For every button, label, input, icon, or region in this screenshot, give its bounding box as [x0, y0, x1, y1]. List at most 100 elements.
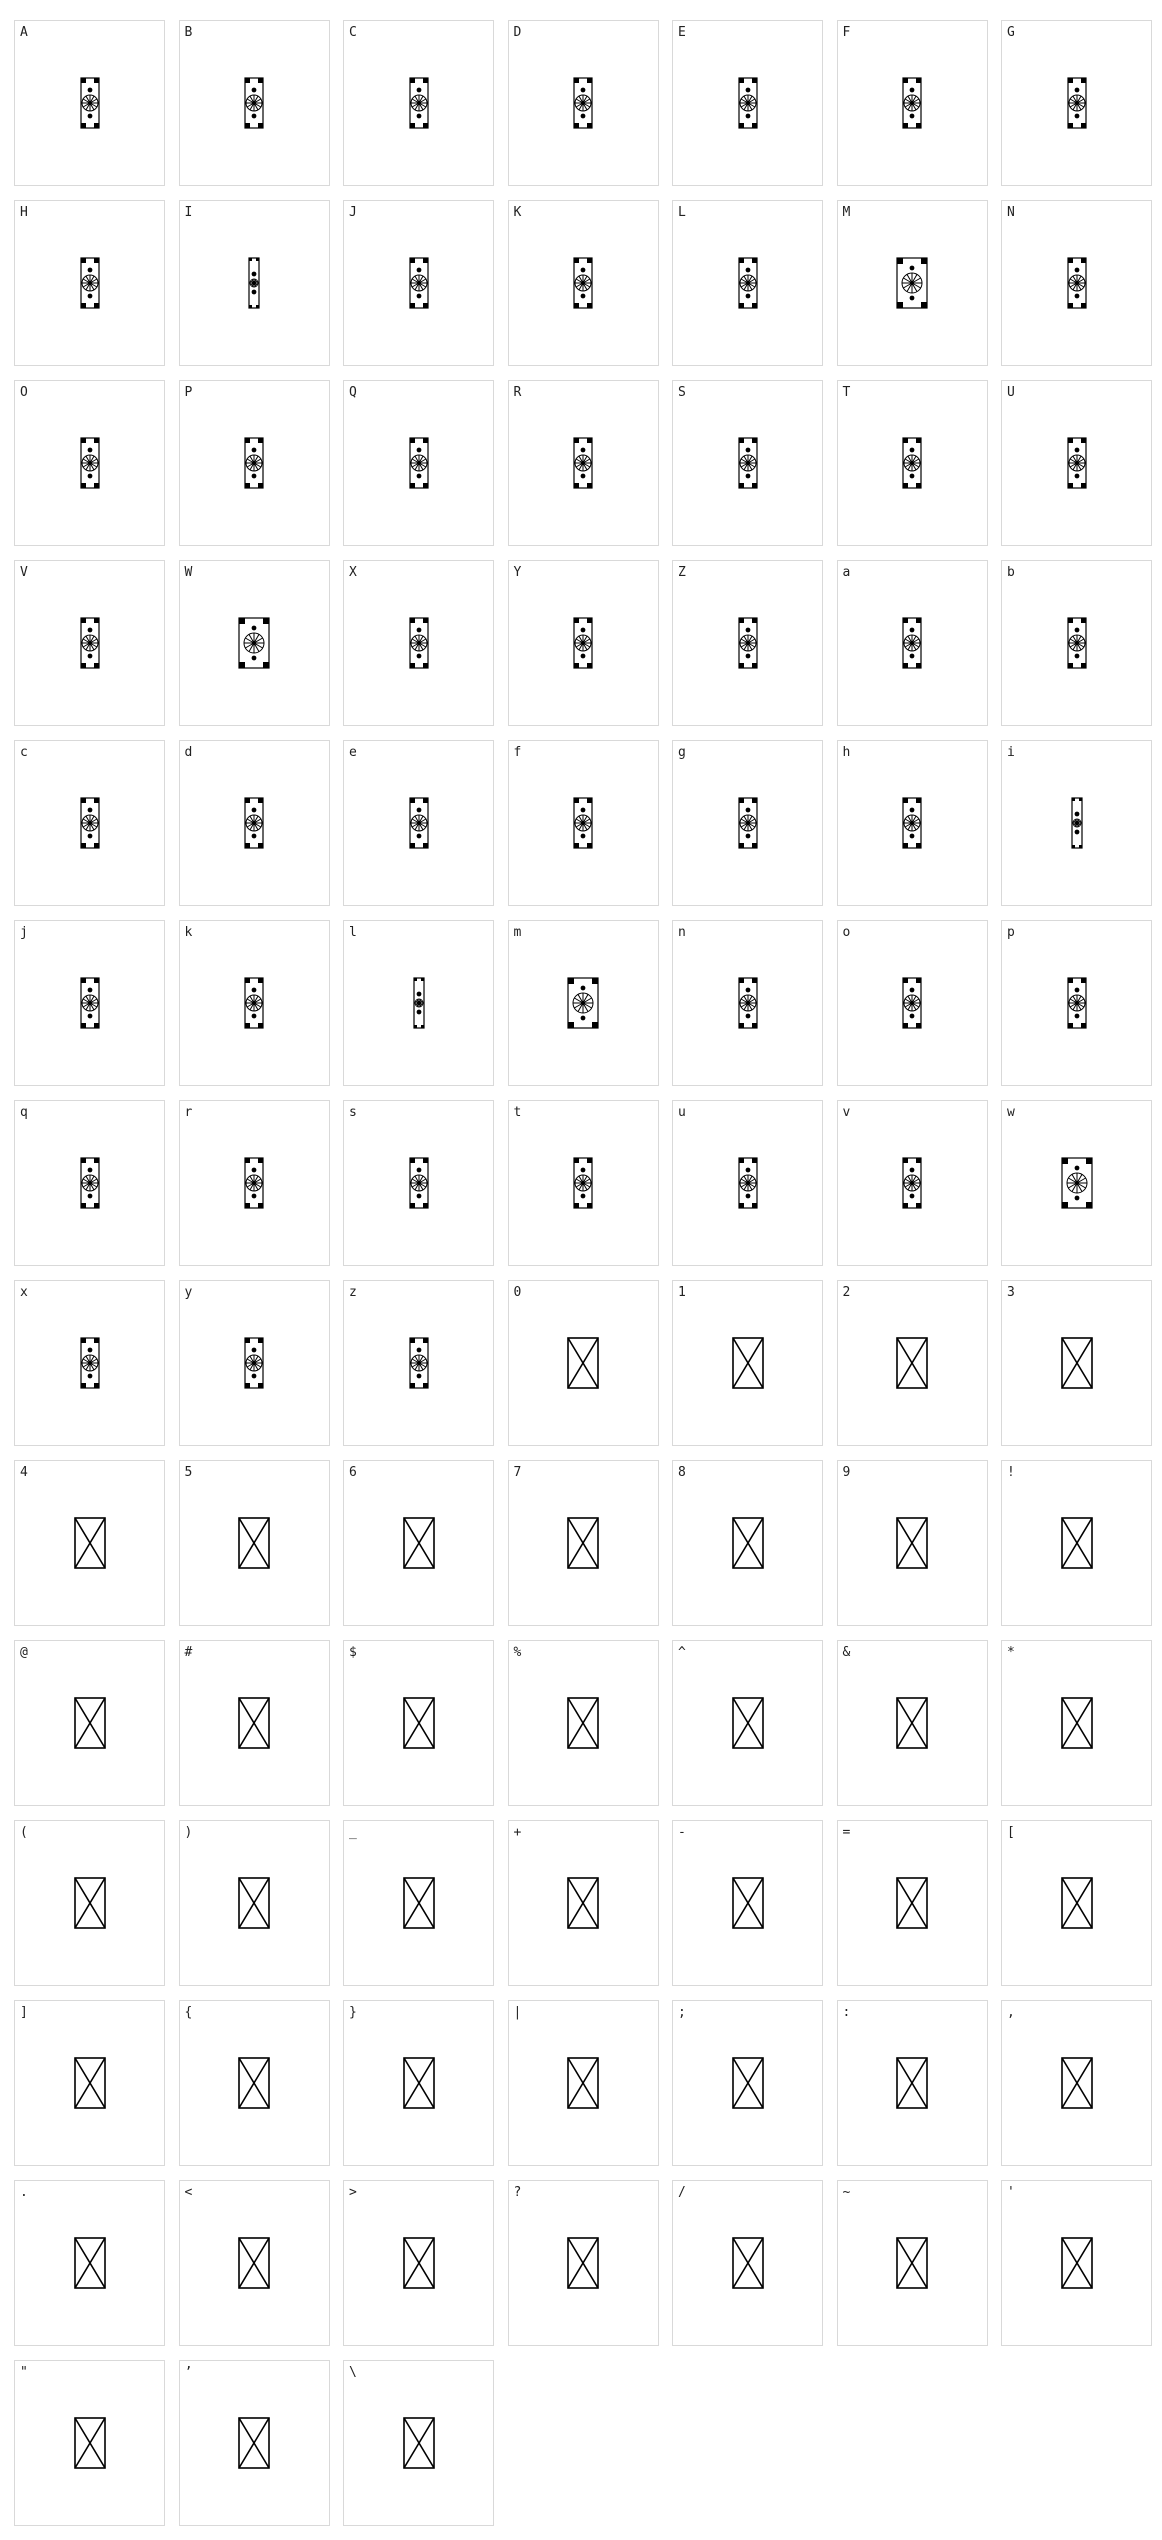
ornamental-glyph-icon: [79, 1157, 100, 1209]
glyph-char-label: E: [678, 25, 686, 40]
glyph-char-label: G: [1007, 25, 1015, 40]
ornamental-glyph-icon: [1066, 617, 1087, 669]
glyph-char-label: h: [842, 745, 851, 760]
glyph-cell: a: [836, 560, 988, 726]
glyph-cell: i: [1001, 740, 1152, 906]
ornamental-glyph-icon: [408, 257, 429, 309]
glyph-cell: L: [672, 200, 823, 366]
missing-glyph-icon: [896, 2057, 928, 2109]
missing-glyph-icon: [567, 1517, 599, 1569]
glyph-cell: $: [343, 1640, 494, 1806]
glyph-cell: r: [178, 1100, 330, 1266]
glyph-char-label: 3: [1007, 1285, 1015, 1300]
glyph-cell: \: [343, 2360, 494, 2526]
missing-glyph-icon: [402, 1877, 435, 1929]
glyph-char-label: C: [349, 25, 357, 40]
glyph-cell: q: [14, 1100, 165, 1266]
missing-glyph-icon: [896, 1697, 928, 1749]
ornamental-glyph-icon: [902, 617, 922, 669]
ornamental-glyph-icon: [1066, 977, 1087, 1029]
glyph-char-label: J: [349, 205, 357, 220]
missing-glyph-icon: [402, 2417, 435, 2469]
glyph-char-label: x: [20, 1285, 28, 1300]
glyph-char-label: ;: [678, 2005, 686, 2020]
glyph-char-label: &: [842, 1645, 851, 1660]
glyph-cell: d: [178, 740, 330, 906]
ornamental-glyph-icon: [573, 1157, 593, 1209]
glyph-cell: n: [672, 920, 823, 1086]
missing-glyph-icon: [1060, 1697, 1093, 1749]
missing-glyph-icon: [896, 2237, 928, 2289]
glyph-cell: k: [178, 920, 330, 1086]
glyph-cell: S: [672, 380, 823, 546]
glyph-cell: K: [507, 200, 659, 366]
glyph-cell: 6: [343, 1460, 494, 1626]
ornamental-glyph-icon: [573, 437, 593, 489]
missing-glyph-icon: [238, 1517, 270, 1569]
glyph-char-label: V: [20, 565, 28, 580]
glyph-cell: m: [507, 920, 659, 1086]
glyph-cell: ]: [14, 2000, 165, 2166]
glyph-cell: ): [178, 1820, 330, 1986]
ornamental-glyph-icon: [79, 797, 100, 849]
glyph-char-label: ’: [184, 2365, 193, 2380]
glyph-char-label: F: [842, 25, 851, 40]
missing-glyph-icon: [731, 2237, 764, 2289]
glyph-char-label: 0: [513, 1285, 522, 1300]
glyph-cell: 1: [672, 1280, 823, 1446]
glyph-cell: {: [178, 2000, 330, 2166]
glyph-char-label: 7: [513, 1465, 522, 1480]
glyph-cell: w: [1001, 1100, 1152, 1266]
glyph-cell: ~: [836, 2180, 988, 2346]
ornamental-glyph-icon: [248, 257, 260, 309]
ornamental-glyph-icon: [1066, 257, 1087, 309]
glyph-char-label: t: [513, 1105, 522, 1120]
glyph-cell: p: [1001, 920, 1152, 1086]
glyph-cell: ': [1001, 2180, 1152, 2346]
glyph-cell: +: [507, 1820, 659, 1986]
glyph-char-label: M: [842, 205, 851, 220]
glyph-cell: @: [14, 1640, 165, 1806]
glyph-char-label: L: [678, 205, 686, 220]
ornamental-glyph-icon: [737, 977, 758, 1029]
glyph-cell: ": [14, 2360, 165, 2526]
ornamental-glyph-icon: [79, 437, 100, 489]
missing-glyph-icon: [402, 2057, 435, 2109]
ornamental-glyph-icon: [79, 977, 100, 1029]
missing-glyph-icon: [731, 1697, 764, 1749]
glyph-cell: 0: [507, 1280, 659, 1446]
missing-glyph-icon: [731, 1517, 764, 1569]
glyph-char-label: m: [513, 925, 522, 940]
glyph-cell: u: [672, 1100, 823, 1266]
ornamental-glyph-icon: [244, 437, 264, 489]
glyph-cell: ^: [672, 1640, 823, 1806]
glyph-cell: }: [343, 2000, 494, 2166]
glyph-char-label: R: [513, 385, 522, 400]
ornamental-glyph-icon: [244, 77, 264, 129]
glyph-char-label: Z: [678, 565, 686, 580]
ornamental-glyph-icon: [902, 437, 922, 489]
glyph-char-label: +: [513, 1825, 522, 1840]
glyph-cell: ?: [507, 2180, 659, 2346]
ornamental-glyph-icon: [902, 77, 922, 129]
glyph-cell: j: [14, 920, 165, 1086]
glyph-char-label: w: [1007, 1105, 1015, 1120]
missing-glyph-icon: [238, 1877, 270, 1929]
glyph-cell: 8: [672, 1460, 823, 1626]
glyph-char-label: >: [349, 2185, 357, 2200]
glyph-cell: t: [507, 1100, 659, 1266]
glyph-cell: T: [836, 380, 988, 546]
glyph-char-label: k: [184, 925, 193, 940]
glyph-char-label: O: [20, 385, 28, 400]
glyph-char-label: i: [1007, 745, 1015, 760]
glyph-cell: x: [14, 1280, 165, 1446]
glyph-char-label: #: [184, 1645, 193, 1660]
glyph-char-label: T: [842, 385, 851, 400]
glyph-cell: 4: [14, 1460, 165, 1626]
glyph-cell: ’: [178, 2360, 330, 2526]
glyph-char-label: q: [20, 1105, 28, 1120]
glyph-char-label: _: [349, 1825, 357, 1840]
glyph-cell: Y: [507, 560, 659, 726]
ornamental-glyph-icon: [1066, 77, 1087, 129]
ornamental-glyph-icon: [573, 797, 593, 849]
